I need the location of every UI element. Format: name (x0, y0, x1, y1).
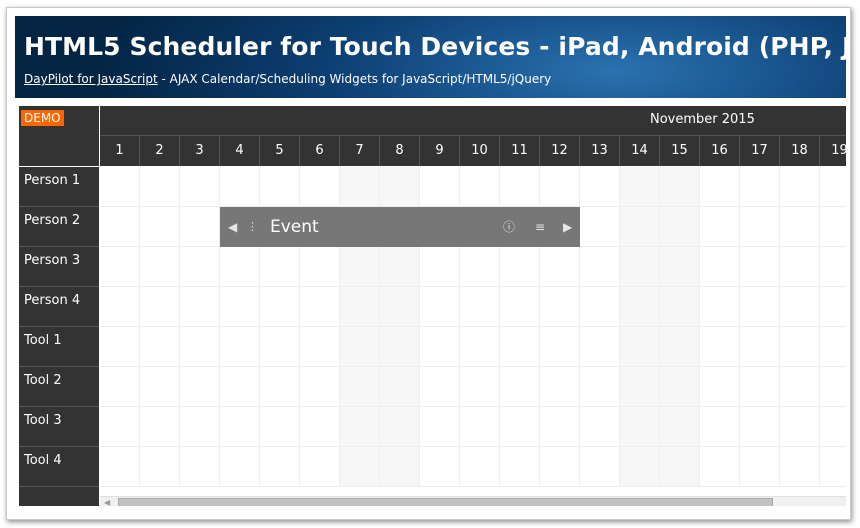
scrollbar-thumb[interactable] (118, 498, 773, 506)
grid-column (180, 167, 220, 487)
scheduler-grid[interactable]: ◀ ⋮ Event ⓘ ≡ ▶ (100, 167, 846, 487)
day-header: 9 (420, 136, 460, 166)
row-header-filler (19, 487, 99, 506)
day-header: 14 (620, 136, 660, 166)
day-header: 3 (180, 136, 220, 166)
day-header: 7 (340, 136, 380, 166)
grid-row-line (100, 446, 846, 447)
row-header: Person 1 (19, 167, 99, 207)
row-label: Person 1 (24, 173, 81, 188)
grid-row-line (100, 326, 846, 327)
subtitle-text: - AJAX Calendar/Scheduling Widgets for J… (157, 72, 552, 86)
day-header: 10 (460, 136, 500, 166)
row-headers: Person 1 Person 2 Person 3 Person 4 Tool 1 To… (19, 167, 99, 487)
row-header: Tool 3 (19, 407, 99, 447)
row-label: Person 4 (24, 293, 81, 308)
event-label: Event (270, 217, 319, 237)
row-header: Person 2 (19, 207, 99, 247)
month-header: November 2015 (100, 106, 846, 136)
info-icon[interactable]: ⓘ (503, 220, 515, 234)
day-header: 13 (580, 136, 620, 166)
month-label: November 2015 (650, 112, 755, 127)
menu-icon[interactable]: ≡ (535, 220, 545, 234)
resize-left-icon[interactable]: ◀ (228, 220, 237, 234)
grid-column (700, 167, 740, 487)
grid-column (740, 167, 780, 487)
day-header: 12 (540, 136, 580, 166)
move-handle-icon[interactable]: ⋮ (247, 220, 258, 234)
day-header: 11 (500, 136, 540, 166)
grid-column (780, 167, 820, 487)
scroll-left-arrow-icon[interactable]: ◀ (104, 498, 110, 506)
timeline-header: November 2015 1 2 3 4 5 6 7 8 9 10 11 12 13 14 15 16 17 1… (100, 106, 846, 166)
grid-row-line (100, 486, 846, 487)
day-header: 17 (740, 136, 780, 166)
day-header: 4 (220, 136, 260, 166)
demo-badge: DEMO (21, 110, 64, 126)
grid-column (660, 167, 700, 487)
page-header: HTML5 Scheduler for Touch Devices - iPad… (15, 16, 846, 98)
row-label: Tool 3 (24, 413, 62, 428)
day-header: 15 (660, 136, 700, 166)
row-label: Person 3 (24, 253, 81, 268)
page-subtitle: DayPilot for JavaScript - AJAX Calendar/… (24, 72, 551, 86)
grid-column (100, 167, 140, 487)
grid-column (620, 167, 660, 487)
resize-right-icon[interactable]: ▶ (563, 220, 572, 234)
day-header: 18 (780, 136, 820, 166)
grid-column (140, 167, 180, 487)
day-header: 6 (300, 136, 340, 166)
scheduler-corner: DEMO (19, 106, 99, 166)
row-label: Tool 1 (24, 333, 62, 348)
day-header: 19 (820, 136, 846, 166)
row-label: Tool 2 (24, 373, 62, 388)
row-header: Person 4 (19, 287, 99, 327)
day-header: 2 (140, 136, 180, 166)
browser-window: HTML5 Scheduler for Touch Devices - iPad… (6, 7, 851, 520)
grid-row-line (100, 286, 846, 287)
row-header: Tool 4 (19, 447, 99, 487)
horizontal-scrollbar[interactable]: ◀ (100, 496, 846, 506)
page-title: HTML5 Scheduler for Touch Devices - iPad… (24, 32, 846, 61)
grid-column (580, 167, 620, 487)
day-header: 16 (700, 136, 740, 166)
grid-column (820, 167, 846, 487)
daypilot-link[interactable]: DayPilot for JavaScript (24, 72, 158, 86)
row-header: Person 3 (19, 247, 99, 287)
day-header: 8 (380, 136, 420, 166)
day-header: 5 (260, 136, 300, 166)
grid-row-line (100, 406, 846, 407)
grid-row-line (100, 366, 846, 367)
scheduler: DEMO November 2015 1 2 3 4 5 6 7 8 9 10 11 12 13 14 15… (19, 106, 846, 506)
day-header: 1 (100, 136, 140, 166)
row-label: Tool 4 (24, 453, 62, 468)
row-header: Tool 2 (19, 367, 99, 407)
event-box[interactable]: ◀ ⋮ Event ⓘ ≡ ▶ (220, 207, 580, 247)
row-header: Tool 1 (19, 327, 99, 367)
day-header-row: 12345678910111213141516171819 (100, 136, 846, 166)
row-label: Person 2 (24, 213, 81, 228)
